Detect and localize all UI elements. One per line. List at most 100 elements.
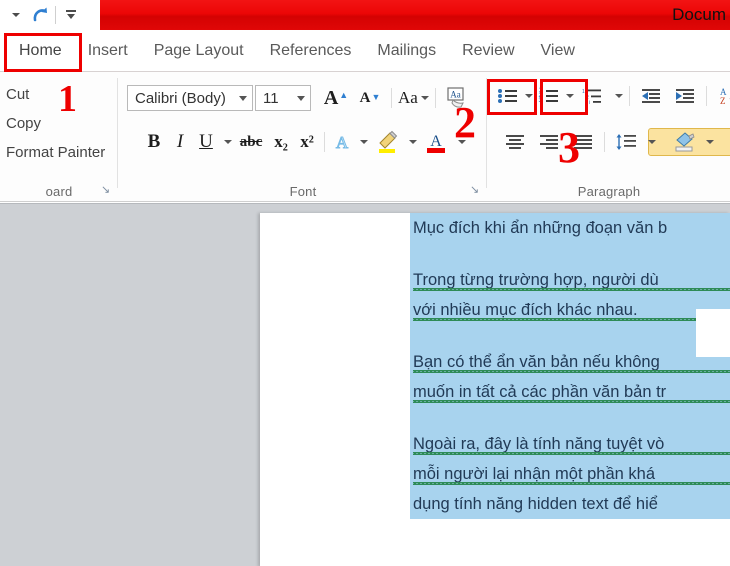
text-effects-button[interactable]: A [329,128,355,156]
strikethrough-button[interactable]: abc [234,128,268,156]
doc-line: dụng tính năng hidden text để hiể [413,495,658,513]
tab-mailings[interactable]: Mailings [364,37,449,65]
shading-button[interactable] [667,128,701,156]
decrease-indent-icon [642,89,660,103]
clipboard-dialog-launcher[interactable]: ↘ [101,184,113,196]
chevron-down-icon[interactable] [420,96,429,100]
font-color-button[interactable]: A [419,128,453,156]
group-divider [117,78,118,188]
multilevel-list-button[interactable]: 1 2 i [576,82,610,110]
underline-label: U [199,131,213,152]
increase-indent-button[interactable] [668,82,702,110]
chevron-down-icon[interactable] [566,94,574,98]
font-name-combobox[interactable]: Calibri (Body) [127,85,253,111]
paragraph-4[interactable]: Ngoài ra, đây là tính năng tuyệt vò mỗi … [410,429,730,519]
doc-line: muốn in tất cả các phần văn bản tr [410,377,730,407]
align-right-icon [540,135,558,149]
tab-references[interactable]: References [257,37,365,65]
change-case-label: Aa [398,88,418,107]
font-group-label: Font [289,184,317,199]
doc-line: Mục đích khi ẩn những đoạn văn b [413,219,668,237]
tab-page-layout[interactable]: Page Layout [141,37,257,65]
font-size-combobox[interactable]: 11 [255,85,311,111]
bullets-button[interactable] [494,82,520,110]
underline-button[interactable]: U [193,128,219,156]
italic-label: I [176,131,184,152]
chevron-down-icon[interactable] [224,140,232,144]
font-size-value: 11 [263,89,279,107]
subscript-button[interactable]: x₂ [268,128,294,156]
underline-dropdown[interactable] [219,128,234,156]
numbered-list-icon: 123 [539,88,558,104]
bold-label: B [147,131,161,152]
strikethrough-label: abc [239,133,263,150]
font-name-value: Calibri (Body) [135,89,226,107]
window-title: Docum [672,5,726,24]
shading-dropdown[interactable] [701,128,716,156]
chevron-down-icon[interactable] [360,140,368,144]
word-window: Docum Home Insert Page Layout References… [0,0,730,566]
paragraph-group: 123 1 2 i A Z Paragraph [488,72,730,202]
quick-access-toolbar[interactable] [0,0,100,30]
font-group: Calibri (Body) 11 A ▲ A ▼ Aa Aa B I U ab… [119,72,487,202]
chevron-down-icon[interactable] [706,140,714,144]
paragraph-3[interactable]: Bạn có thể ẩn văn bản nếu không muốn in … [410,347,730,407]
paragraph-1[interactable]: Mục đích khi ẩn những đoạn văn b [410,213,730,243]
line-spacing-dropdown[interactable] [643,128,658,156]
grow-font-button[interactable]: A ▲ [319,84,353,112]
ribbon: Cut Copy Format Painter oard ↘ Calibri (… [0,72,730,202]
bullets-dropdown[interactable] [520,82,535,110]
align-center-icon [506,135,524,149]
chevron-down-icon[interactable] [409,140,417,144]
italic-button[interactable]: I [167,128,193,156]
shrink-font-button[interactable]: A ▼ [353,84,387,112]
unselected-line-end [696,309,730,357]
selected-text-block[interactable]: Mục đích khi ẩn những đoạn văn b Trong t… [410,213,730,519]
tab-view[interactable]: View [528,37,588,65]
redo-icon[interactable] [28,3,52,27]
overflow-arrow-icon[interactable] [59,3,83,27]
bold-button[interactable]: B [141,128,167,156]
font-dialog-launcher[interactable]: ↘ [470,184,482,196]
chevron-down-icon[interactable] [297,95,305,101]
change-case-button[interactable]: Aa [396,84,431,112]
chevron-down-icon[interactable] [615,94,623,98]
superscript-label: x² [300,132,314,151]
sort-button[interactable]: A Z [711,82,730,110]
multilevel-list-dropdown[interactable] [610,82,625,110]
ribbon-tabs: Home Insert Page Layout References Maili… [0,30,730,72]
svg-text:i: i [589,100,590,105]
increase-indent-icon [676,89,694,103]
subscript-label: x₂ [274,132,288,151]
svg-text:1: 1 [582,89,585,95]
paragraph-2[interactable]: Trong từng trường hợp, người dù với nhiề… [410,265,730,325]
chevron-down-icon[interactable] [648,140,656,144]
doc-line: Trong từng trường hợp, người dù [410,265,730,295]
customize-arrow-icon[interactable] [4,3,28,27]
document-canvas[interactable]: Mục đích khi ẩn những đoạn văn b Trong t… [0,203,730,566]
chevron-down-icon[interactable] [239,95,247,101]
text-effects-dropdown[interactable] [355,128,370,156]
document-page[interactable]: Mục đích khi ẩn những đoạn văn b Trong t… [260,213,730,566]
svg-text:A: A [336,133,349,152]
tab-review[interactable]: Review [449,37,527,65]
highlight-dropdown[interactable] [404,128,419,156]
numbering-button[interactable]: 123 [535,82,561,110]
tab-home[interactable]: Home [6,37,75,65]
doc-line: Ngoài ra, đây là tính năng tuyệt vò [410,429,730,459]
tab-insert[interactable]: Insert [75,37,141,65]
group-divider [486,78,487,188]
numbering-dropdown[interactable] [561,82,576,110]
decrease-indent-button[interactable] [634,82,668,110]
chevron-down-icon[interactable] [525,94,533,98]
format-painter-button[interactable]: Format Painter [0,138,118,167]
text-highlight-button[interactable] [370,128,404,156]
line-spacing-button[interactable] [609,128,643,156]
align-center-button[interactable] [498,128,532,156]
superscript-button[interactable]: x² [294,128,320,156]
svg-text:A: A [430,133,442,150]
annotation-number-3: 3 [558,123,580,172]
